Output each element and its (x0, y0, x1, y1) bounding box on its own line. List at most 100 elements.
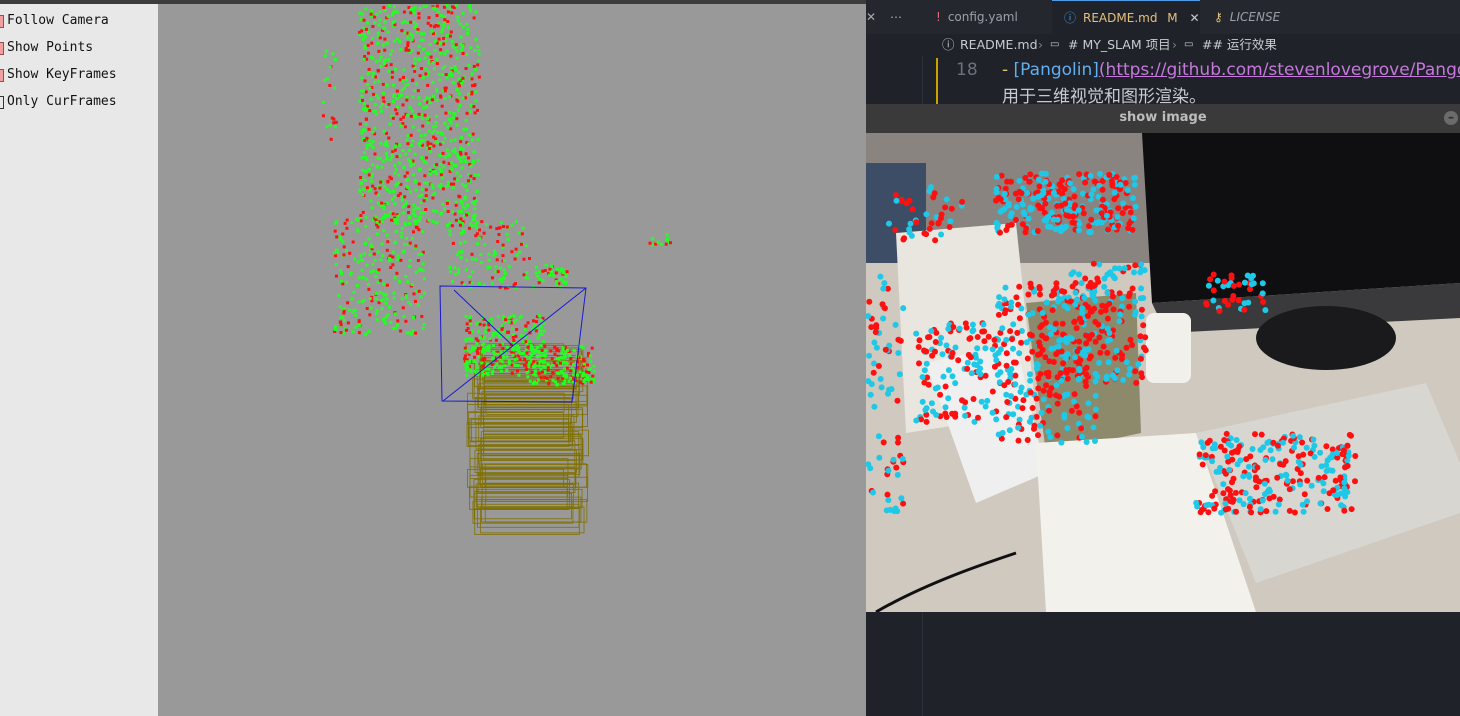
map-point (473, 355, 477, 359)
close-icon[interactable]: ✕ (1189, 11, 1199, 25)
map-point (396, 319, 400, 323)
map-point (526, 375, 530, 379)
map-point (385, 283, 389, 287)
editor-tab-bar: ✕ ⋯ ! config.yaml ⓘ README.md M ✕ ⚷ LICENSE (866, 0, 1460, 34)
map-point (396, 214, 400, 218)
checkbox-indicator[interactable] (0, 15, 4, 28)
map-point (518, 250, 522, 254)
map-point (413, 67, 417, 70)
feature-point (1025, 291, 1032, 298)
map-point (348, 273, 352, 277)
map-point (476, 347, 480, 351)
map-point (432, 135, 436, 139)
breadcrumb-h2[interactable]: ## 运行效果 (1202, 34, 1277, 56)
map-point (501, 354, 505, 358)
tab-license[interactable]: ⚷ LICENSE (1202, 0, 1334, 34)
map-point (557, 349, 561, 353)
map-point (503, 272, 507, 275)
minimize-icon[interactable]: – (1444, 111, 1458, 125)
map-point (496, 315, 500, 319)
map-point (398, 40, 402, 43)
map-point (415, 219, 419, 223)
map-point (437, 72, 441, 76)
feature-point (928, 400, 935, 407)
map-point (403, 125, 407, 129)
follow-camera-checkbox[interactable]: Follow Camera (0, 10, 158, 32)
feature-point (1297, 461, 1304, 468)
feature-point (1029, 332, 1035, 339)
map-point (455, 164, 458, 168)
map-point (534, 329, 538, 333)
map-point (362, 18, 366, 22)
map-point (552, 361, 556, 364)
map-point (393, 312, 397, 316)
map-point (342, 311, 346, 315)
more-actions-icon[interactable]: ⋯ (890, 0, 902, 34)
map-point (490, 372, 494, 376)
feature-point (1245, 299, 1252, 306)
feature-point (1104, 325, 1111, 332)
map-point (556, 267, 560, 271)
feature-point (1104, 315, 1111, 322)
checkbox-indicator[interactable] (0, 42, 4, 55)
map-point (393, 218, 397, 222)
map-point (381, 220, 384, 224)
map-point (451, 80, 455, 84)
map-point (399, 329, 403, 333)
feature-point (1346, 431, 1353, 438)
map-point (431, 193, 435, 197)
map-point (513, 257, 517, 261)
map-point (510, 250, 514, 254)
map-point (417, 44, 421, 48)
map-point (333, 328, 337, 331)
feature-point (1257, 447, 1264, 453)
map-point (453, 112, 457, 116)
map-point (476, 45, 480, 49)
map-point (354, 325, 358, 329)
map-point (408, 160, 412, 164)
map-point (454, 203, 458, 207)
feature-point (1226, 466, 1233, 473)
map-point (518, 315, 522, 319)
map-point (401, 205, 405, 209)
map-point (439, 212, 443, 216)
map-point (470, 252, 474, 256)
tab-readme-md[interactable]: ⓘ README.md M ✕ (1052, 0, 1200, 34)
map-point (446, 210, 450, 213)
map-point (532, 349, 536, 353)
map-point (571, 362, 575, 366)
map-point (498, 226, 502, 230)
feature-point (872, 329, 879, 336)
feature-point (894, 397, 901, 404)
feature-point (1123, 344, 1130, 351)
tab-config-yaml[interactable]: ! config.yaml (926, 0, 1060, 34)
breadcrumb-h1[interactable]: # MY_SLAM 项目 (1068, 34, 1171, 56)
feature-point (880, 285, 887, 292)
map-point (363, 46, 367, 50)
show-points-checkbox[interactable]: Show Points (0, 37, 158, 59)
map-point (416, 259, 420, 262)
feature-point (1072, 202, 1079, 209)
show-keyframes-checkbox[interactable]: Show KeyFrames (0, 64, 158, 86)
breadcrumb-file[interactable]: README.md (960, 34, 1038, 56)
checkbox-indicator[interactable] (0, 96, 4, 109)
feature-point (866, 352, 873, 359)
checkbox-indicator[interactable] (0, 69, 4, 82)
feature-point (938, 215, 944, 222)
map-point (412, 219, 416, 223)
map-point (333, 125, 337, 129)
feature-point (1105, 359, 1112, 366)
map-point (367, 173, 371, 177)
close-icon[interactable]: ✕ (866, 0, 876, 34)
map-point (469, 174, 473, 178)
map-point (443, 18, 447, 22)
link-url[interactable]: (https://github.com/stevenlovegrove/Pang… (1099, 60, 1460, 80)
map-point (547, 382, 551, 386)
window-title-text: show image (1119, 110, 1207, 125)
feature-point (878, 384, 885, 391)
feature-point (1129, 226, 1136, 233)
feature-point (1069, 367, 1076, 374)
3d-map-canvas[interactable] (158, 4, 866, 716)
feature-point (1019, 221, 1026, 228)
only-curframes-checkbox[interactable]: Only CurFrames (0, 91, 158, 113)
